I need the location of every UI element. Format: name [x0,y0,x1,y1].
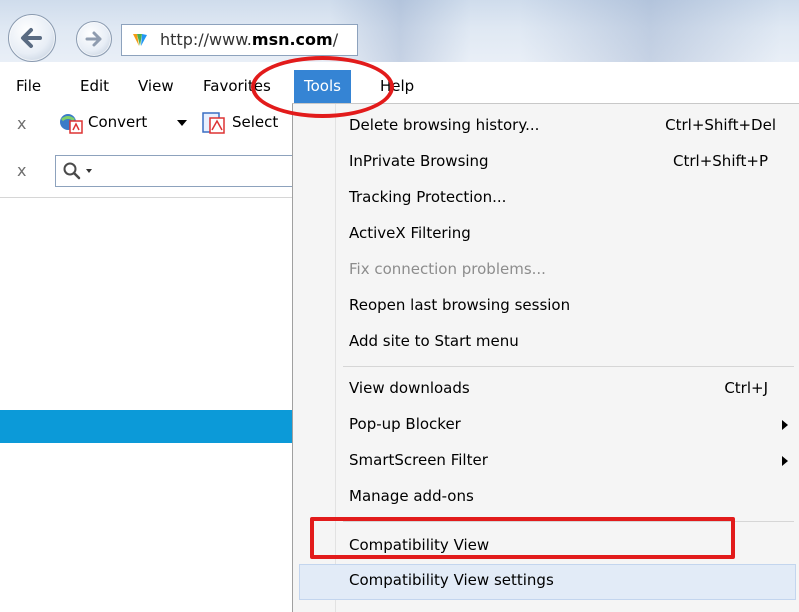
toolbar-divider [0,197,300,198]
search-icon[interactable] [62,161,96,181]
address-url[interactable]: http://www.msn.com/ [160,30,338,49]
menu-item-label: Pop-up Blocker [349,415,461,433]
menu-item-compatibility-view-settings[interactable]: Compatibility View settings [299,564,796,600]
menu-edit[interactable]: Edit [76,70,113,103]
submenu-arrow-icon [782,420,788,430]
back-arrow-icon [21,28,42,48]
page-content-banner [0,410,300,443]
select-pdf-icon [202,112,225,134]
menu-item-shortcut: Ctrl+J [724,379,768,397]
tools-menu-highlight-ellipse [251,56,394,118]
search-input[interactable] [55,155,295,187]
menu-item-label: InPrivate Browsing [349,152,489,170]
menu-item-reopen-last-session[interactable]: Reopen last browsing session [299,289,794,323]
close-toolbar-icon[interactable]: x [17,114,26,133]
forward-arrow-icon [85,31,102,47]
chevron-down-icon[interactable] [177,120,187,128]
menu-item-popup-blocker[interactable]: Pop-up Blocker [299,408,794,442]
navigation-bar: http://www.msn.com/ [0,0,799,62]
menu-item-label: Fix connection problems... [349,260,546,278]
menu-item-label: Delete browsing history... [349,116,540,134]
url-suffix: / [332,30,339,49]
menu-item-label: Reopen last browsing session [349,296,571,314]
menu-view[interactable]: View [134,70,178,103]
menu-item-add-site-to-start-menu[interactable]: Add site to Start menu [299,325,794,359]
menu-bar: File Edit View Favorites Tools Help [0,70,799,103]
submenu-arrow-icon [782,456,788,466]
menu-item-delete-browsing-history[interactable]: Delete browsing history... Ctrl+Shift+De… [299,109,794,143]
forward-button[interactable] [76,21,112,57]
convert-pdf-icon [60,114,83,134]
menu-item-label: ActiveX Filtering [349,224,471,242]
menu-item-label: View downloads [349,379,470,397]
menu-item-smartscreen-filter[interactable]: SmartScreen Filter [299,444,794,478]
menu-item-fix-connection-problems: Fix connection problems... [299,253,794,287]
menu-separator [343,366,794,367]
menu-item-activex-filtering[interactable]: ActiveX Filtering [299,217,794,251]
close-search-toolbar-icon[interactable]: x [17,161,26,180]
compatibility-view-highlight-box [310,517,735,559]
menu-item-label: Manage add-ons [349,487,474,505]
address-bar[interactable]: http://www.msn.com/ [121,24,358,56]
menu-item-label: Tracking Protection... [349,188,507,206]
select-button[interactable]: Select [232,113,278,131]
menu-file[interactable]: File [12,70,45,103]
menu-item-shortcut: Ctrl+Shift+P [673,152,768,170]
command-toolbar: x Convert Select [0,108,300,140]
back-button[interactable] [8,14,56,62]
url-prefix: http://www. [160,30,252,49]
menu-item-label: Compatibility View settings [349,571,554,589]
menu-item-view-downloads[interactable]: View downloads Ctrl+J [299,372,794,406]
menu-item-shortcut: Ctrl+Shift+Del [665,116,776,134]
menu-item-label: SmartScreen Filter [349,451,488,469]
menu-item-inprivate-browsing[interactable]: InPrivate Browsing Ctrl+Shift+P [299,145,794,179]
url-domain: msn.com [251,30,333,49]
menu-item-label: Add site to Start menu [349,332,519,350]
title-bar-decoration [520,0,780,62]
menu-item-tracking-protection[interactable]: Tracking Protection... [299,181,794,215]
convert-button[interactable]: Convert [88,113,147,131]
msn-butterfly-icon [133,34,147,46]
menu-item-manage-add-ons[interactable]: Manage add-ons [299,480,794,514]
